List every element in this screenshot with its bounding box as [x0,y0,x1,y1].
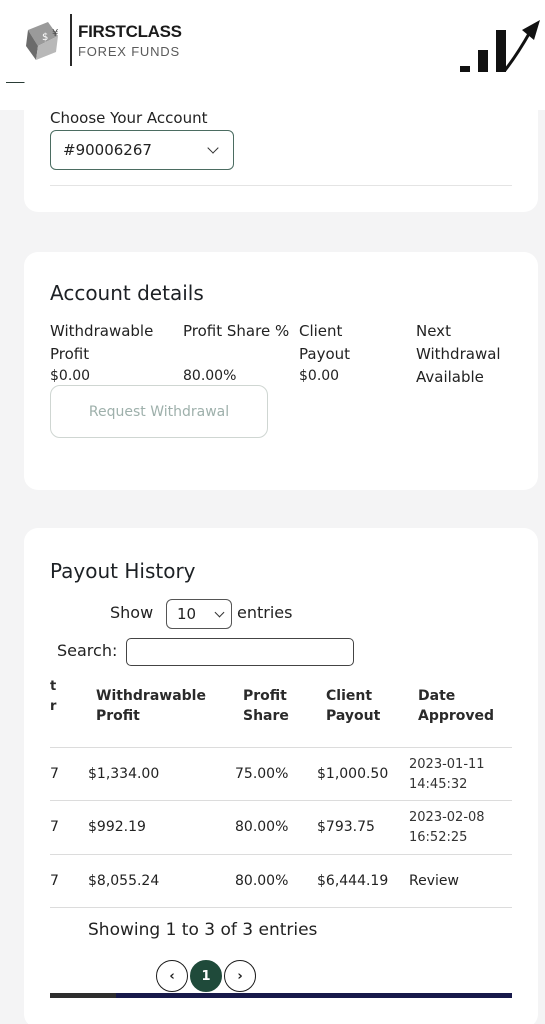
svg-text:¥: ¥ [52,28,58,39]
table-cell-share: 80.00% [235,873,289,889]
scrollbar-thumb[interactable] [50,993,116,998]
next-withdrawal-label: Next Withdrawal Available [416,322,501,386]
entries-per-page-value: 10 [177,605,197,623]
client-payout-value: $0.00 [299,368,340,384]
table-cell-payout: $6,444.19 [317,873,389,889]
withdrawable-profit-value: $0.00 [50,368,91,384]
column-header-payout[interactable]: Client Payout [326,686,396,726]
table-header-divider [50,747,512,748]
search-label: Search: [57,641,118,660]
chevron-down-icon [214,607,225,617]
table-row-divider [50,800,512,801]
table-cell-date: 2023-01-11 14:45:32 [409,757,485,792]
withdrawable-profit-label: Withdrawable Profit [50,322,154,363]
logo-emblem-icon: $ ¥ [22,16,66,64]
show-entries-label: Show [110,603,154,622]
svg-text:$: $ [42,32,48,43]
card-divider [50,185,512,186]
table-row-divider [50,854,512,855]
table-cell-share: 75.00% [235,766,289,782]
table-cell-id: 7 [50,819,59,835]
brand-name-bottom: FOREX FUNDS [78,43,180,59]
choose-account-label: Choose Your Account [50,109,208,127]
table-cell-id: 7 [50,873,59,889]
entries-per-page-select[interactable]: 10 [166,599,232,629]
client-payout-label: Client Payout [299,322,351,363]
table-cell-payout: $793.75 [317,819,375,835]
table-cell-profit: $1,334.00 [88,766,160,782]
account-select[interactable]: #90006267 [50,130,234,170]
chevron-left-icon: ‹ [169,968,175,984]
prev-page-button[interactable]: ‹ [156,960,188,992]
next-page-button[interactable]: › [224,960,256,992]
brand-name-top: FIRSTCLASS [78,21,182,41]
logo-divider [70,14,72,66]
profit-share-value: 80.00% [183,368,237,384]
table-cell-payout: $1,000.50 [317,766,389,782]
account-select-value: #90006267 [63,141,152,159]
table-cell-id: 7 [50,766,59,782]
horizontal-scrollbar[interactable] [50,993,512,998]
chevron-right-icon: › [237,968,243,984]
table-cell-date: 2023-02-08 16:52:25 [409,810,485,845]
payout-history-title: Payout History [50,559,196,583]
request-withdrawal-button[interactable]: Request Withdrawal [50,385,268,438]
table-cell-date: Review [409,873,459,889]
column-header-id[interactable]: t r [50,677,64,717]
search-input[interactable] [126,638,354,666]
table-row-divider [50,907,512,908]
column-header-profit[interactable]: Withdrawable Profit [96,686,216,726]
table-info-text: Showing 1 to 3 of 3 entries [88,920,318,940]
page-1-button[interactable]: 1 [190,960,222,992]
table-cell-profit: $8,055.24 [88,873,160,889]
brand-logo[interactable]: $ ¥ FIRSTCLASS FOREX FUNDS [22,14,182,66]
table-cell-share: 80.00% [235,819,289,835]
column-header-share[interactable]: Profit Share [243,686,303,726]
table-cell-profit: $992.19 [88,819,146,835]
account-details-title: Account details [50,281,204,305]
entries-label: entries [237,603,293,622]
chevron-down-icon [207,142,219,154]
profit-share-label: Profit Share % [183,322,290,340]
column-header-date[interactable]: Date Approved [418,686,504,726]
